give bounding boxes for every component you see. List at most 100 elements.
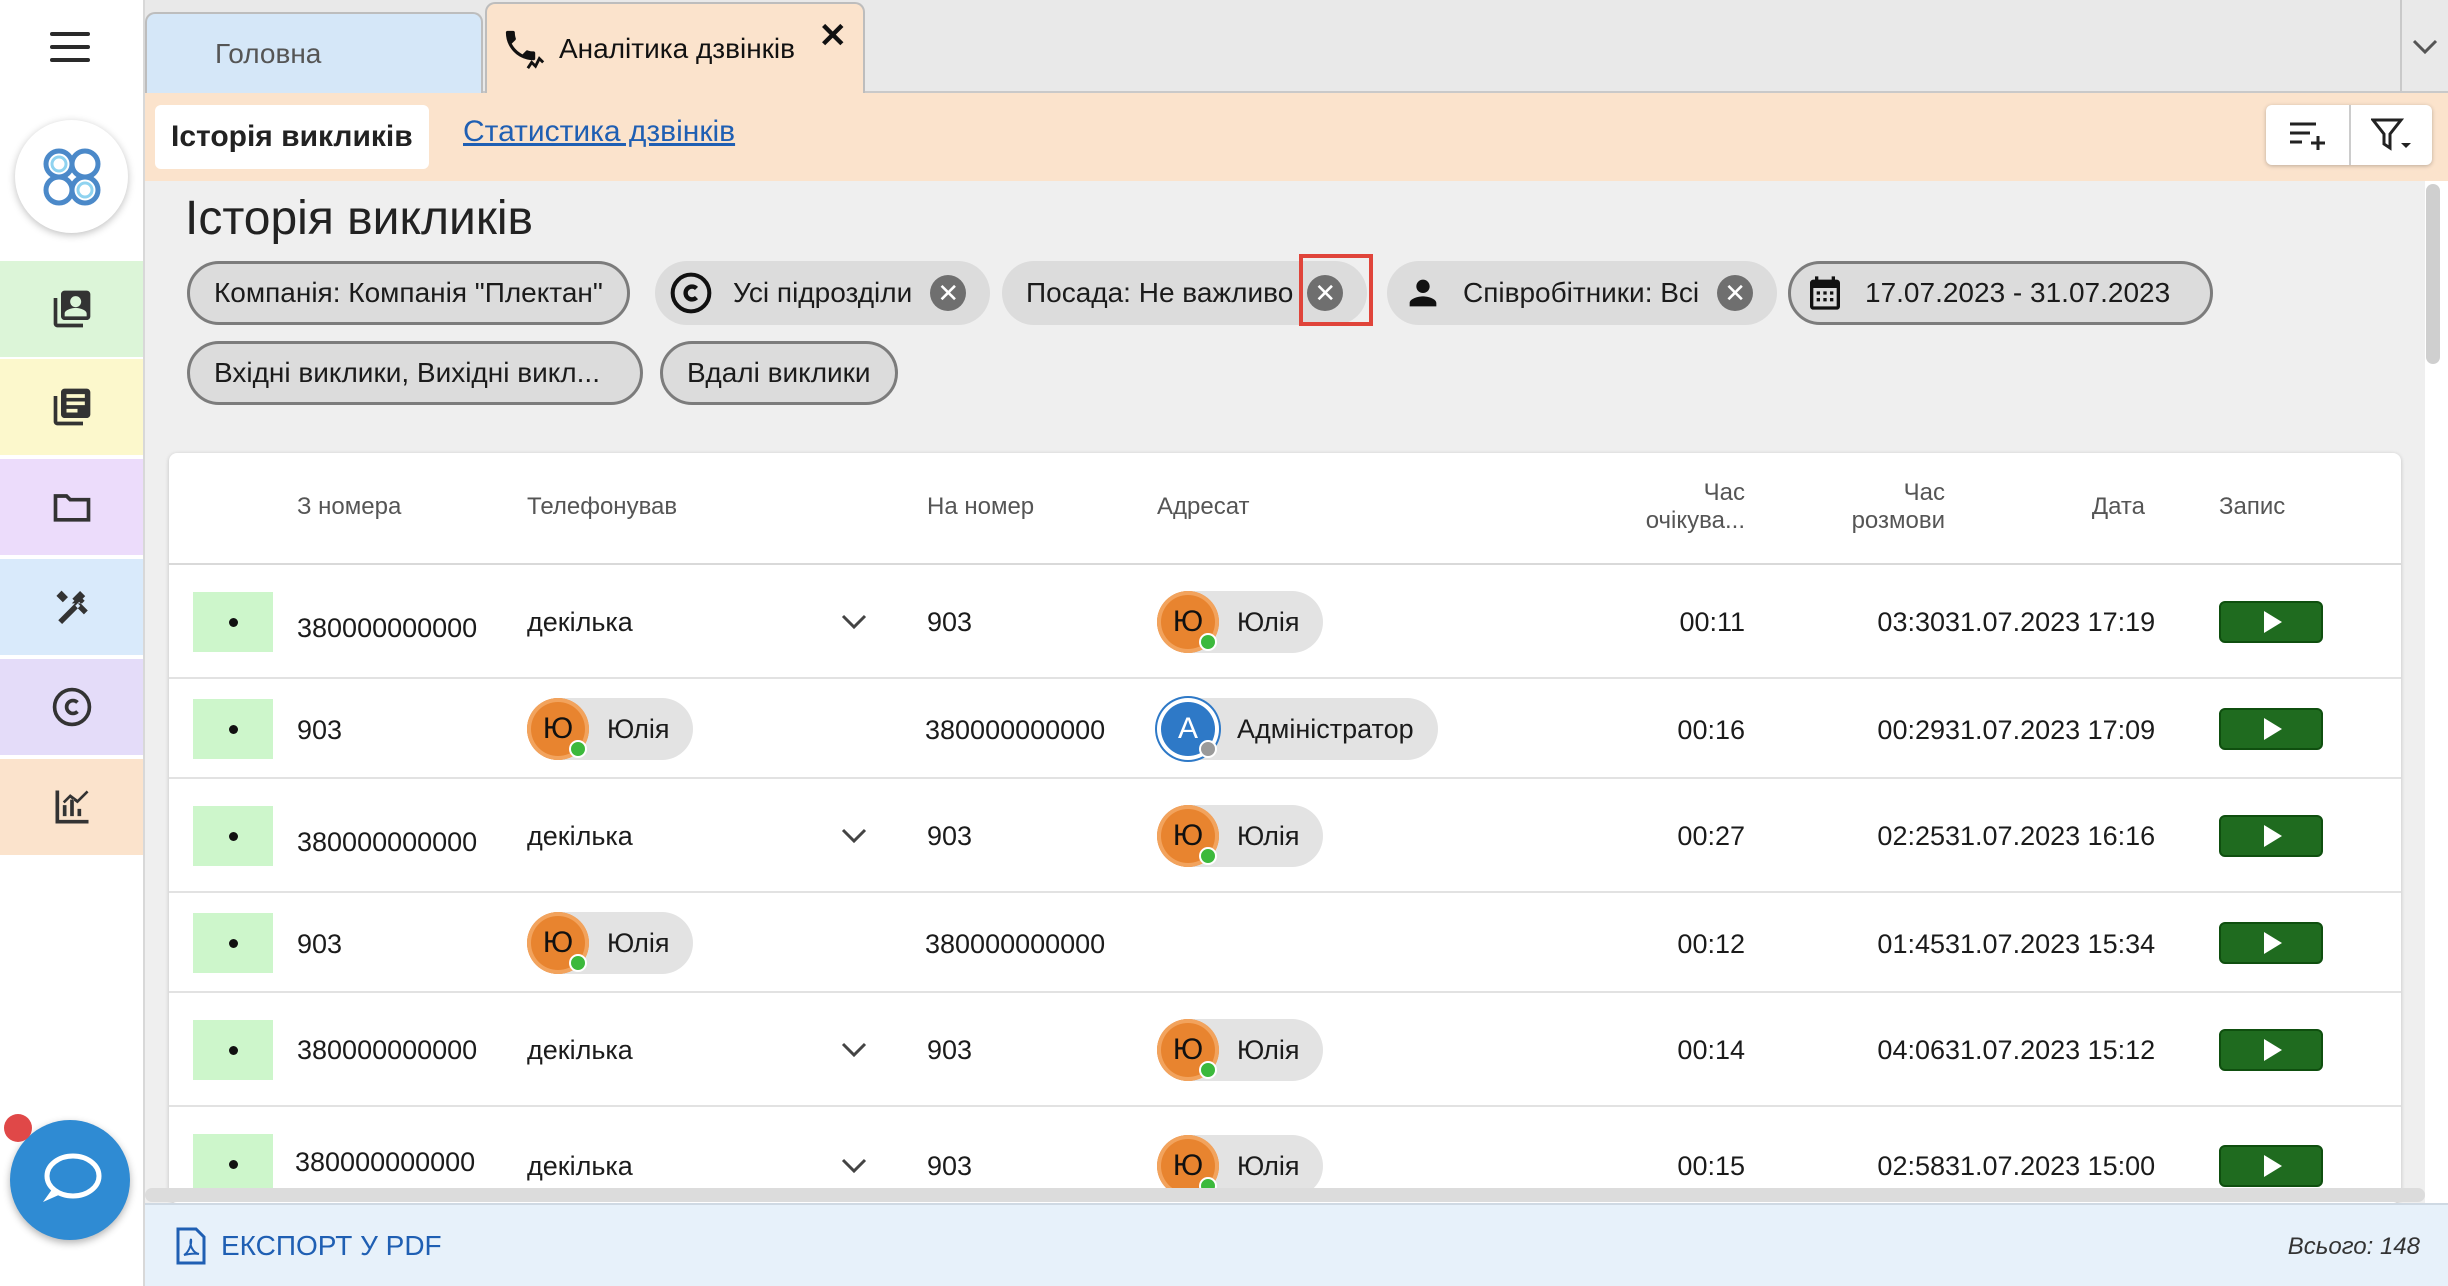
table-row[interactable]: 380000000000 декілька 903 Ю Юлія 00:14 0… xyxy=(169,993,2401,1107)
call-status-indicator xyxy=(193,592,273,652)
filter-chip-successful-calls[interactable]: Вдалі виклики xyxy=(660,341,898,405)
remove-filter-employees-icon[interactable]: ✕ xyxy=(1717,275,1754,311)
news-icon xyxy=(53,388,90,426)
call-date: 31.07.2023 17:09 xyxy=(1945,715,2156,745)
column-header-from[interactable]: З номера xyxy=(297,493,401,521)
table-row[interactable]: 380000000000 декілька 903 Ю Юлія 00:27 0… xyxy=(169,779,2401,893)
from-number: 380000000000 xyxy=(297,827,478,857)
wait-time: 00:27 xyxy=(1677,821,1745,851)
recipient-chip[interactable]: Ю Юлія xyxy=(1157,591,1324,653)
export-pdf-label: ЕКСПОРТ У PDF xyxy=(221,1230,442,1261)
expand-callers-icon[interactable] xyxy=(839,1035,869,1065)
add-filter-button[interactable] xyxy=(2266,105,2349,165)
subtab-call-history[interactable]: Історія викликів xyxy=(155,105,429,169)
sidebar-item-tools[interactable] xyxy=(0,559,143,655)
analytics-chart-icon xyxy=(55,790,88,824)
to-number: 903 xyxy=(927,1035,973,1065)
tab-call-analytics[interactable]: Аналітика дзвінків ✕ xyxy=(485,2,865,94)
from-number: 903 xyxy=(297,929,343,959)
expand-callers-icon[interactable] xyxy=(839,821,869,851)
column-header-wait-line2: очікува... xyxy=(1645,507,1745,534)
talk-time: 03:30 xyxy=(1877,607,1945,637)
avatar-initial: Ю xyxy=(1172,819,1204,852)
from-number: 380000000000 xyxy=(295,1147,476,1177)
vertical-scrollbar[interactable] xyxy=(2426,184,2440,364)
filter-chip-date-range[interactable]: 17.07.2023 - 31.07.2023 xyxy=(1788,261,2214,325)
chat-button[interactable] xyxy=(10,1120,130,1240)
to-number: 380000000000 xyxy=(925,929,1106,959)
table-row[interactable]: 380000000000 декілька 903 Ю Юлія 00:11 0… xyxy=(169,565,2401,679)
sidebar-item-contacts[interactable] xyxy=(0,261,143,357)
sidebar-item-copyright[interactable] xyxy=(0,659,143,755)
horizontal-scrollbar[interactable] xyxy=(145,1188,2425,1202)
play-recording-button[interactable] xyxy=(2219,815,2323,857)
recipient-name: Юлія xyxy=(1237,1150,1300,1181)
play-recording-button[interactable] xyxy=(2219,601,2323,643)
recipient-chip[interactable]: Ю Юлія xyxy=(1157,805,1324,867)
from-number: 380000000000 xyxy=(297,1035,478,1065)
play-recording-button[interactable] xyxy=(2219,922,2323,964)
column-header-talk-time[interactable]: Час розмови xyxy=(1805,479,1945,535)
tab-home[interactable]: Головна xyxy=(145,12,483,93)
caller-chip[interactable]: Ю Юлія xyxy=(527,698,694,760)
caller-name: декілька xyxy=(527,821,633,851)
column-header-wait-time[interactable]: Час очікува... xyxy=(1605,479,1745,535)
column-header-record[interactable]: Запис xyxy=(2219,493,2285,521)
play-recording-button[interactable] xyxy=(2219,1029,2323,1071)
filter-chip-company-label: Компанія: Компанія "Плектан" xyxy=(214,277,603,308)
column-header-date[interactable]: Дата xyxy=(2005,493,2145,521)
filter-chip-company[interactable]: Компанія: Компанія "Плектан" xyxy=(187,261,630,325)
expand-callers-icon[interactable] xyxy=(839,1151,869,1181)
folder-icon xyxy=(53,494,90,522)
recipient-chip[interactable]: Ю Юлія xyxy=(1157,1019,1324,1081)
caller-chip[interactable]: Ю Юлія xyxy=(527,912,694,974)
talk-time: 01:45 xyxy=(1877,929,1945,959)
avatar: Ю xyxy=(527,698,589,760)
column-header-caller[interactable]: Телефонував xyxy=(527,493,677,521)
subtab-call-statistics[interactable]: Статистика дзвінків xyxy=(463,115,735,149)
call-status-indicator xyxy=(193,699,273,759)
play-recording-button[interactable] xyxy=(2219,708,2323,750)
tabs-dropdown-button[interactable] xyxy=(2400,0,2448,93)
to-number: 903 xyxy=(927,607,973,637)
column-header-to[interactable]: На номер xyxy=(927,493,1034,521)
remove-filter-divisions-icon[interactable]: ✕ xyxy=(930,275,967,311)
caller-name: Юлія xyxy=(607,927,670,958)
from-number: 380000000000 xyxy=(297,613,478,643)
table-row[interactable]: 903 Ю Юлія 380000000000 00:12 01:45 31.0… xyxy=(169,893,2401,993)
wait-time: 00:16 xyxy=(1677,715,1745,745)
filter-chip-employees-label: Співробітники: Всі xyxy=(1463,277,1700,308)
copyright-icon xyxy=(52,687,91,727)
online-status-dot xyxy=(1199,1061,1217,1079)
chat-bubble-icon xyxy=(43,1153,102,1202)
person-icon xyxy=(1403,273,1443,313)
column-header-recipient[interactable]: Адресат xyxy=(1157,493,1250,521)
sidebar-item-news[interactable] xyxy=(0,359,143,455)
talk-time: 00:29 xyxy=(1877,715,1945,745)
to-number: 903 xyxy=(927,821,973,851)
hamburger-icon[interactable] xyxy=(50,32,90,62)
sidebar-item-analytics[interactable] xyxy=(0,759,143,855)
company-logo-icon[interactable] xyxy=(15,120,128,233)
talk-time: 02:25 xyxy=(1877,821,1945,851)
table-row[interactable]: 903 Ю Юлія 380000000000 А Адміністратор … xyxy=(169,679,2401,779)
recipient-chip[interactable]: А Адміністратор xyxy=(1157,698,1438,760)
wait-time: 00:14 xyxy=(1677,1035,1745,1065)
filter-menu-button[interactable] xyxy=(2349,105,2432,165)
sidebar-item-files[interactable] xyxy=(0,459,143,555)
talk-time: 02:58 xyxy=(1877,1151,1945,1181)
export-pdf-button[interactable]: ЕКСПОРТ У PDF xyxy=(175,1227,442,1265)
call-history-table: З номера Телефонував На номер Адресат Ча… xyxy=(169,453,2401,1203)
expand-callers-icon[interactable] xyxy=(839,607,869,637)
filter-chip-divisions[interactable]: Усі підрозділи ✕ xyxy=(655,261,991,325)
play-recording-button[interactable] xyxy=(2219,1145,2323,1187)
call-date: 31.07.2023 15:12 xyxy=(1945,1035,2156,1065)
online-status-dot xyxy=(1199,633,1217,651)
filter-chip-date-range-label: 17.07.2023 - 31.07.2023 xyxy=(1865,277,2171,308)
close-tab-icon[interactable]: ✕ xyxy=(819,16,848,56)
avatar: А xyxy=(1157,698,1219,760)
wait-time: 00:11 xyxy=(1679,607,1745,637)
filter-chip-call-types[interactable]: Вхідні виклики, Вихідні викл... xyxy=(187,341,643,405)
filter-chip-employees[interactable]: Співробітники: Всі ✕ xyxy=(1387,261,1778,325)
copyright-icon xyxy=(669,271,713,315)
